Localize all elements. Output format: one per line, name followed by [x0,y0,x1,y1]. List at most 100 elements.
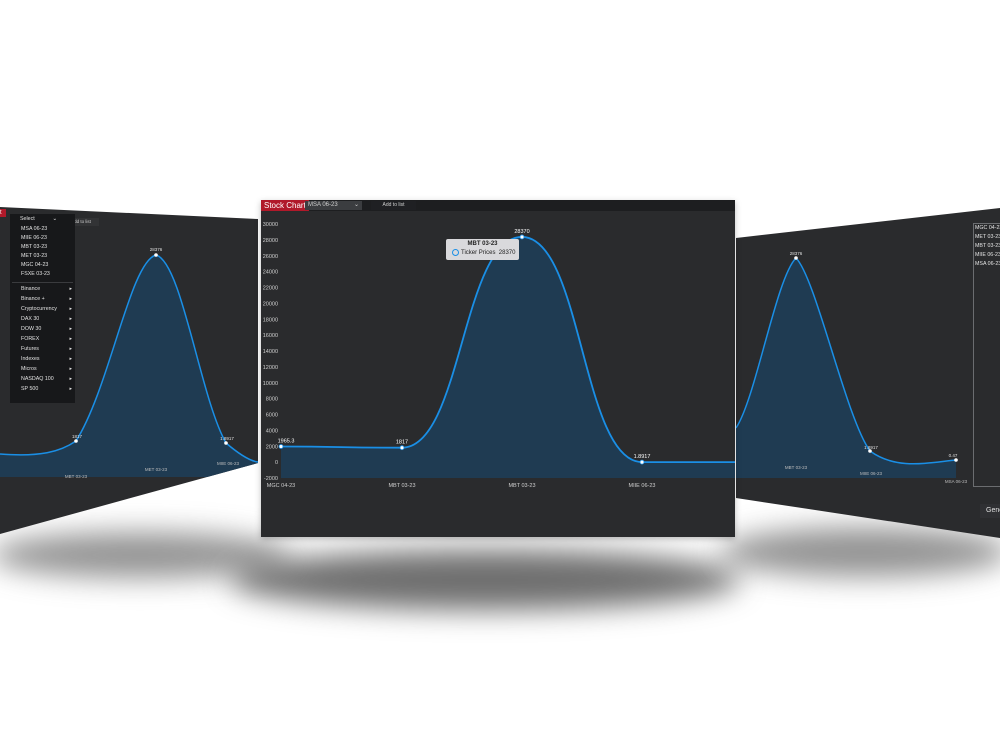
dropdown-select[interactable]: Select ⌄ [10,214,75,224]
category-cryptocurrency[interactable]: Cryptocurrency ▸ [21,305,73,314]
y-tick-label: 2000 [266,444,278,450]
watchlist-item[interactable]: MGC 04-23 [974,224,1000,233]
left-brand-fragment: t [0,209,6,217]
menu-item-fsxe[interactable]: FSXE 03-23 [21,270,50,279]
y-tick-label: 8000 [266,397,278,403]
right-x-label: MIIE 06-23 [860,471,883,476]
y-tick-label: 14000 [263,349,278,355]
category-micros[interactable]: Micros ▸ [21,365,73,374]
category-label: Micros [21,366,37,372]
right-x-label: MSA 06-23 [945,479,968,484]
left-x-label: MET 03-23 [145,467,168,472]
watchlist-item[interactable]: MET 03-23 [974,233,1000,242]
y-tick-label: 22000 [263,286,278,292]
x-tick-label: MBT 03-23 [388,483,415,489]
y-tick-label: 24000 [263,270,278,276]
left-point-label: 28376 [150,247,163,252]
category-label: Binance + [21,296,45,302]
y-tick-label: 12000 [263,365,278,371]
menu-item-mbt[interactable]: MBT 03-23 [21,243,47,252]
left-x-label: MBT 03-23 [65,474,88,479]
y-tick-label: 0 [275,460,278,466]
left-chart-window: 1817 28376 1.8917 MBT 03-23 MET 03-23 MI… [0,207,258,534]
chart-area [281,236,735,478]
category-label: Indexes [21,356,40,362]
category-dow30[interactable]: DOW 30 ▸ [21,325,73,334]
y-tick-label: 20000 [263,301,278,307]
caret-right-icon: ▸ [69,326,72,332]
right-point [794,256,798,260]
left-x-label: MIIE 06-23 [217,461,240,466]
stock-chart-window: Stock Chart MSA 06-23 ⌄ Add to list -2000… [261,200,735,537]
category-futures[interactable]: Futures ▸ [21,345,73,354]
left-point-label: 1.8917 [220,436,234,441]
caret-right-icon: ▸ [69,316,72,322]
right-area [736,258,956,478]
data-label: 1817 [396,440,408,446]
caret-right-icon: ▸ [69,386,72,392]
data-point [399,445,405,451]
watchlist-item[interactable]: MSA 06-23 [974,260,1000,269]
shadow-right [720,527,1000,577]
right-chart-window: 28376 1.8917 0.47 MBT 03-23 MIIE 06-23 M… [736,208,1000,538]
category-label: SP 500 [21,386,39,392]
caret-right-icon: ▸ [69,346,72,352]
category-forex[interactable]: FOREX ▸ [21,335,73,344]
y-tick-label: -2000 [264,476,278,482]
menu-item-met[interactable]: MET 03-23 [21,252,47,261]
category-binance-plus[interactable]: Binance + ▸ [21,295,73,304]
tooltip-row: Ticker Prices 28370 [446,249,519,257]
category-label: Cryptocurrency [21,306,57,312]
data-label: 28370 [514,229,529,235]
caret-right-icon: ▸ [69,296,72,302]
menu-divider [12,282,73,283]
data-label: 1965.3 [278,439,295,445]
y-tick-label: 16000 [263,333,278,339]
caret-right-icon: ▸ [69,366,72,372]
category-label: Binance [21,286,41,292]
caret-right-icon: ▸ [69,286,72,292]
category-binance[interactable]: Binance ▸ [21,285,73,294]
series-marker-icon [452,249,459,256]
watchlist-box[interactable]: MGC 04-23 MET 03-23 MBT 03-23 MIIE 06-23… [973,223,1000,487]
category-dax30[interactable]: DAX 30 ▸ [21,315,73,324]
category-label: DAX 30 [21,316,40,322]
data-point [278,444,284,449]
left-point [224,441,228,445]
dropdown-select-label: Select [20,216,35,222]
x-tick-label: MIIE 06-23 [629,483,656,489]
y-tick-label: 10000 [263,381,278,387]
ticker-dropdown-menu: Select ⌄ MSA 06-23 MIIE 06-23 MBT 03-23 M… [10,214,75,403]
watchlist-item[interactable]: MBT 03-23 [974,242,1000,251]
caret-right-icon: ▸ [69,356,72,362]
category-label: DOW 30 [21,326,42,332]
right-chart: 28376 1.8917 0.47 MBT 03-23 MIIE 06-23 M… [736,251,968,484]
category-sp500[interactable]: SP 500 ▸ [21,385,73,394]
tooltip-value: 28370 [498,250,516,257]
category-label: NASDAQ 100 [21,376,54,382]
y-tick-label: 30000 [263,222,278,228]
data-point [639,459,645,465]
data-label: 1.8917 [634,454,651,460]
y-tick-label: 4000 [266,428,278,434]
menu-item-msa[interactable]: MSA 06-23 [21,225,47,234]
y-tick-label: 28000 [263,238,278,244]
tooltip-title: MBT 03-23 [467,241,498,247]
right-x-label: MBT 03-23 [785,465,808,470]
menu-item-miie[interactable]: MIIE 06-23 [21,234,47,243]
caret-right-icon: ▸ [69,306,72,312]
left-point [154,253,158,257]
menu-item-mgc[interactable]: MGC 04-23 [21,261,48,270]
right-point-label: 28376 [790,251,803,256]
shadow-center [230,550,740,610]
right-point-label: 0.47 [949,453,958,458]
category-label: Futures [21,346,39,352]
watchlist-item[interactable]: MIIE 06-23 [974,251,1000,260]
generate-button[interactable]: Gene [980,504,1000,518]
caret-right-icon: ▸ [69,336,72,342]
category-indexes[interactable]: Indexes ▸ [21,355,73,364]
y-tick-label: 18000 [263,317,278,323]
y-tick-label: 26000 [263,254,278,260]
y-tick-label: 6000 [266,413,278,419]
category-nasdaq100[interactable]: NASDAQ 100 ▸ [21,375,73,384]
